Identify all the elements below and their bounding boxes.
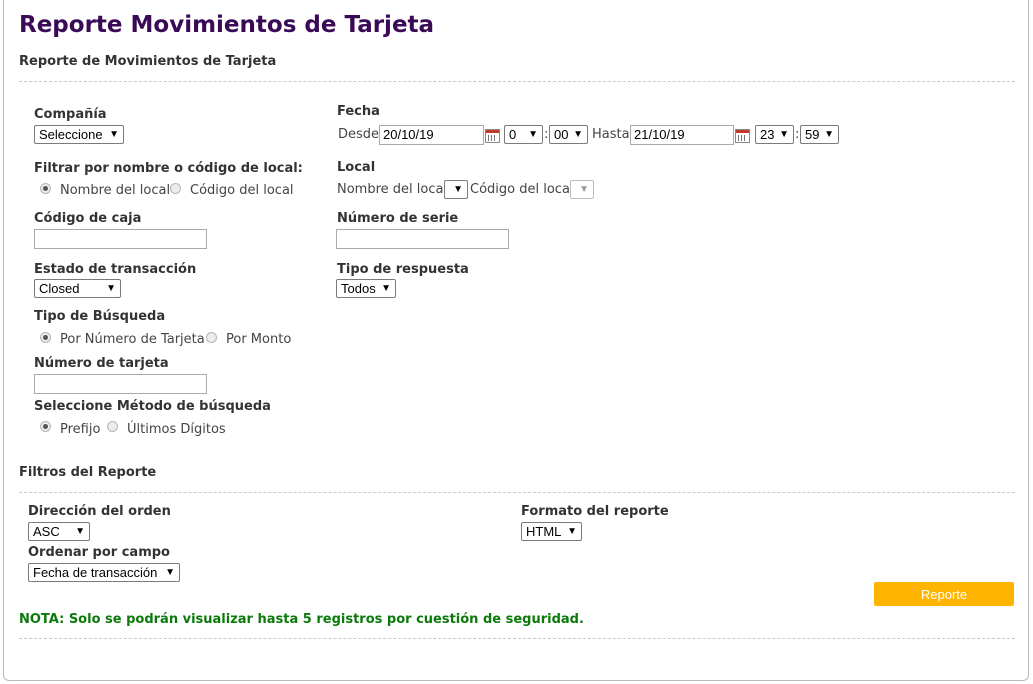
chevron-down-icon: ▼ xyxy=(106,283,116,294)
radio-method-prefix[interactable] xyxy=(40,421,51,432)
radio-local-name-label: Nombre del local xyxy=(60,183,171,198)
chevron-down-icon: ▼ xyxy=(453,184,463,195)
order-field-value: Fecha de transacción xyxy=(33,565,158,580)
date-label: Fecha xyxy=(337,104,380,119)
chevron-down-icon: ▼ xyxy=(109,129,119,140)
from-min-value: 00 xyxy=(554,127,569,142)
report-format-label: Formato del reporte xyxy=(521,504,669,519)
radio-search-amount-label: Por Monto xyxy=(226,332,292,347)
order-direction-select[interactable]: ASC ▼ xyxy=(28,522,90,541)
transaction-state-select[interactable]: Closed ▼ xyxy=(34,279,121,298)
report-format-value: HTML xyxy=(526,524,562,539)
radio-local-name[interactable] xyxy=(40,183,51,194)
page-title: Reporte Movimientos de Tarjeta xyxy=(19,12,435,38)
filter-local-label: Filtrar por nombre o código de local: xyxy=(34,161,303,176)
local-code-label: Código del local xyxy=(470,182,574,197)
transaction-state-value: Closed xyxy=(39,281,80,296)
time-separator: : xyxy=(544,127,549,142)
company-select-value: Seleccione xyxy=(39,127,103,142)
divider xyxy=(19,492,1015,493)
local-name-select[interactable]: ▼ xyxy=(444,180,468,199)
chevron-down-icon: ▼ xyxy=(824,129,834,140)
chevron-down-icon: ▼ xyxy=(579,184,589,195)
radio-search-card[interactable] xyxy=(40,332,51,343)
card-number-label: Número de tarjeta xyxy=(34,356,169,371)
chevron-down-icon: ▼ xyxy=(381,283,391,294)
order-field-label: Ordenar por campo xyxy=(28,545,170,560)
from-hour-value: 0 xyxy=(509,127,517,142)
radio-method-last-digits-label: Últimos Dígitos xyxy=(127,422,226,437)
response-type-value: Todos xyxy=(341,281,376,296)
to-min-value: 59 xyxy=(805,127,820,142)
date-from-label: Desde xyxy=(338,127,380,142)
calendar-icon[interactable] xyxy=(735,129,750,143)
to-min-select[interactable]: 59 ▼ xyxy=(800,125,839,144)
cash-code-input[interactable] xyxy=(34,229,207,249)
company-label: Compañía xyxy=(34,107,107,122)
to-hour-select[interactable]: 23 ▼ xyxy=(755,125,794,144)
date-to-input[interactable]: 21/10/19 xyxy=(630,125,734,145)
chevron-down-icon: ▼ xyxy=(165,567,175,578)
local-code-select[interactable]: ▼ xyxy=(570,180,594,199)
company-select[interactable]: Seleccione ▼ xyxy=(34,125,124,144)
order-field-select[interactable]: Fecha de transacción ▼ xyxy=(28,563,180,582)
transaction-state-label: Estado de transacción xyxy=(34,262,197,277)
radio-method-last-digits[interactable] xyxy=(107,421,118,432)
response-type-select[interactable]: Todos ▼ xyxy=(336,279,396,298)
radio-search-amount[interactable] xyxy=(206,332,217,343)
order-direction-label: Dirección del orden xyxy=(28,504,171,519)
radio-local-code-label: Código del local xyxy=(190,183,294,198)
section-title: Reporte de Movimientos de Tarjeta xyxy=(19,54,277,69)
from-min-select[interactable]: 00 ▼ xyxy=(549,125,588,144)
report-button[interactable]: Reporte xyxy=(874,582,1014,606)
search-method-label: Seleccione Método de búsqueda xyxy=(34,399,271,414)
date-to-label: Hasta xyxy=(592,127,630,142)
from-hour-select[interactable]: 0 ▼ xyxy=(504,125,543,144)
radio-search-card-label: Por Número de Tarjeta xyxy=(60,332,205,347)
calendar-icon[interactable] xyxy=(485,129,500,143)
divider xyxy=(19,81,1015,82)
card-number-input[interactable] xyxy=(34,374,207,394)
report-format-select[interactable]: HTML ▼ xyxy=(521,522,582,541)
filters-section-title: Filtros del Reporte xyxy=(19,465,157,480)
radio-local-code[interactable] xyxy=(170,183,181,194)
to-hour-value: 23 xyxy=(760,127,775,142)
radio-method-prefix-label: Prefijo xyxy=(60,422,101,437)
serial-number-input[interactable] xyxy=(336,229,509,249)
time-separator: : xyxy=(795,127,800,142)
chevron-down-icon: ▼ xyxy=(75,526,85,537)
serial-number-label: Número de serie xyxy=(337,211,459,226)
security-note: NOTA: Solo se podrán visualizar hasta 5 … xyxy=(19,612,584,627)
divider xyxy=(19,638,1015,639)
chevron-down-icon: ▼ xyxy=(573,129,583,140)
date-from-input[interactable]: 20/10/19 xyxy=(379,125,484,145)
chevron-down-icon: ▼ xyxy=(528,129,538,140)
local-label: Local xyxy=(337,160,376,175)
chevron-down-icon: ▼ xyxy=(567,526,577,537)
local-name-label: Nombre del local xyxy=(337,182,448,197)
order-direction-value: ASC xyxy=(33,524,60,539)
response-type-label: Tipo de respuesta xyxy=(337,262,469,277)
chevron-down-icon: ▼ xyxy=(779,129,789,140)
cash-code-label: Código de caja xyxy=(34,211,142,226)
search-type-label: Tipo de Búsqueda xyxy=(34,309,166,324)
